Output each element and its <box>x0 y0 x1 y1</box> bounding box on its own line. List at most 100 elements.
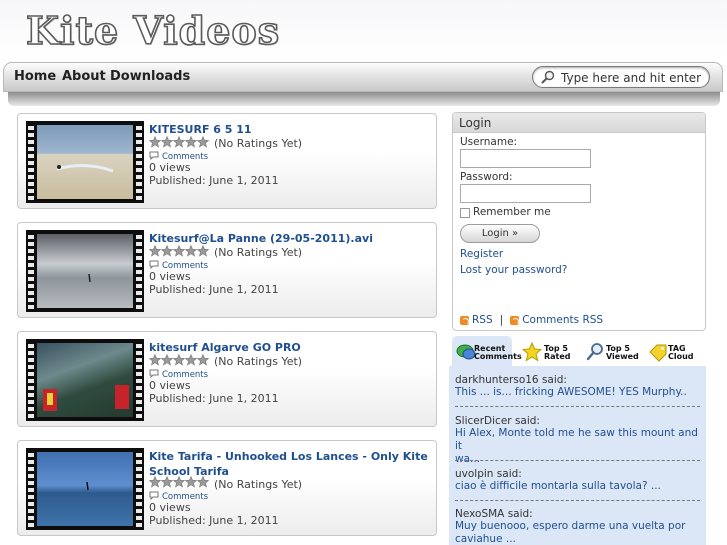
rating-text: (No Ratings Yet) <box>214 137 303 150</box>
tab-label-line: Rated <box>544 352 571 362</box>
nav-home[interactable]: Home <box>14 69 56 84</box>
video-card: kitesurf Algarve GO PRO (No Ratings Yet)… <box>17 331 437 427</box>
tab-label-line: Cloud <box>668 352 694 362</box>
star-icon <box>522 342 542 362</box>
comment-text-line[interactable]: Hi Alex, Monte told me he saw this mount… <box>455 427 700 453</box>
rating-stars[interactable] <box>149 245 209 257</box>
rating-text: (No Ratings Yet) <box>214 355 303 368</box>
star-icon[interactable] <box>161 245 173 257</box>
star-icon[interactable] <box>197 476 209 488</box>
star-icon[interactable] <box>197 136 209 148</box>
star-icon[interactable] <box>149 136 161 148</box>
star-icon[interactable] <box>149 245 161 257</box>
comment-author: uvolpin said: <box>455 468 522 480</box>
view-count: 0 views <box>149 161 191 174</box>
rating-stars[interactable] <box>149 354 209 366</box>
password-label: Password: <box>460 171 513 183</box>
site-logo[interactable]: Kite Videos <box>25 11 280 51</box>
star-icon[interactable] <box>197 245 209 257</box>
search-input[interactable] <box>561 69 706 86</box>
nav-bar-shadow <box>8 92 720 106</box>
rating-text: (No Ratings Yet) <box>214 478 303 491</box>
tab-label-line: Viewed <box>606 352 639 362</box>
publish-date: Published: June 1, 2011 <box>149 392 279 405</box>
video-card: Kitesurf@La Panne (29-05-2011).avi (No R… <box>17 222 437 318</box>
comments-rss-link[interactable]: Comments RSS <box>522 314 603 326</box>
star-icon[interactable] <box>173 245 185 257</box>
star-icon[interactable] <box>149 476 161 488</box>
rss-icon <box>510 315 520 325</box>
nav-about[interactable]: About <box>62 69 106 84</box>
search-icon[interactable] <box>541 70 555 84</box>
comment-item: NexoSMA said: Muy buenooo, espero darme … <box>455 508 700 545</box>
comment-author: NexoSMA said: <box>455 508 533 520</box>
comment-author: darkhunterso16 said: <box>455 374 567 386</box>
star-icon[interactable] <box>173 136 185 148</box>
tab-recent-comments[interactable]: Recent Comments <box>452 336 522 367</box>
comment-author: SlicerDicer said: <box>455 415 540 427</box>
tag-icon <box>649 344 667 362</box>
rating-stars[interactable] <box>149 476 209 488</box>
comment-text[interactable]: ciao è difficile montarla sulla tavola? … <box>455 480 700 493</box>
rss-link[interactable]: RSS <box>472 314 493 326</box>
register-link[interactable]: Register <box>460 248 503 260</box>
nav-downloads[interactable]: Downloads <box>110 69 190 84</box>
video-thumbnail[interactable] <box>26 121 144 203</box>
login-heading: Login <box>453 113 705 133</box>
separator: | <box>499 314 504 326</box>
lost-password-link[interactable]: Lost your password? <box>460 264 567 276</box>
thumbnail-image <box>43 385 129 411</box>
login-button[interactable]: Login » <box>460 224 540 243</box>
comment-divider <box>455 406 700 407</box>
comment-text-line[interactable]: caviahue ... <box>455 533 700 545</box>
video-thumbnail[interactable] <box>26 448 144 530</box>
star-icon[interactable] <box>185 354 197 366</box>
comment-text[interactable]: Muy buenooo, espero darme una vuelta por… <box>455 520 700 545</box>
star-icon[interactable] <box>197 354 209 366</box>
star-icon[interactable] <box>185 245 197 257</box>
star-icon[interactable] <box>149 354 161 366</box>
comments-icon <box>456 344 476 360</box>
search-box[interactable] <box>532 66 710 88</box>
username-label: Username: <box>460 136 518 148</box>
rss-icon <box>460 315 469 325</box>
publish-date: Published: June 1, 2011 <box>149 174 279 187</box>
thumbnail-image <box>88 273 91 283</box>
view-count: 0 views <box>149 270 191 283</box>
video-thumbnail[interactable] <box>26 339 144 421</box>
comment-divider <box>455 500 700 501</box>
recent-comments-panel: darkhunterso16 said: This ... is... fric… <box>449 366 706 545</box>
remember-me-label[interactable]: Remember me <box>473 206 551 218</box>
comment-item: darkhunterso16 said: This ... is... fric… <box>455 374 700 399</box>
magnifier-icon <box>586 343 603 361</box>
star-icon[interactable] <box>173 476 185 488</box>
remember-me-checkbox[interactable] <box>460 208 470 218</box>
rating-stars[interactable] <box>149 136 209 148</box>
star-icon[interactable] <box>185 476 197 488</box>
comment-item: uvolpin said: ciao è difficile montarla … <box>455 468 700 493</box>
comment-item: SlicerDicer said: Hi Alex, Monte told me… <box>455 415 700 466</box>
comment-text-line[interactable]: Muy buenooo, espero darme una vuelta por <box>455 520 700 533</box>
star-icon[interactable] <box>161 136 173 148</box>
tab-tag-cloud[interactable]: TAG Cloud <box>644 336 704 367</box>
password-input[interactable] <box>460 184 591 203</box>
rss-row: RSS | Comments RSS <box>460 314 603 326</box>
tab-label-line: Comments <box>474 352 522 362</box>
star-icon[interactable] <box>185 136 197 148</box>
video-title-line[interactable]: Kite Tarifa - Unhooked Los Lances - Only… <box>149 449 428 464</box>
tab-top5-rated[interactable]: Top 5 Rated <box>518 336 578 367</box>
thumbnail-image <box>86 481 89 491</box>
tab-top5-viewed[interactable]: Top 5 Viewed <box>582 336 642 367</box>
login-panel: Login Username: Password: Remember me Lo… <box>452 112 706 331</box>
star-icon[interactable] <box>173 354 185 366</box>
comment-text[interactable]: This ... is... fricking AWESOME! YES Mur… <box>455 386 700 399</box>
username-input[interactable] <box>460 149 591 168</box>
star-icon[interactable] <box>161 354 173 366</box>
star-icon[interactable] <box>161 476 173 488</box>
view-count: 0 views <box>149 379 191 392</box>
view-count: 0 views <box>149 501 191 514</box>
video-card: KITESURF 6 5 11 (No Ratings Yet) Comment… <box>17 113 437 209</box>
thumbnail-image <box>56 164 114 173</box>
video-thumbnail[interactable] <box>26 230 144 312</box>
comment-divider <box>455 460 700 461</box>
